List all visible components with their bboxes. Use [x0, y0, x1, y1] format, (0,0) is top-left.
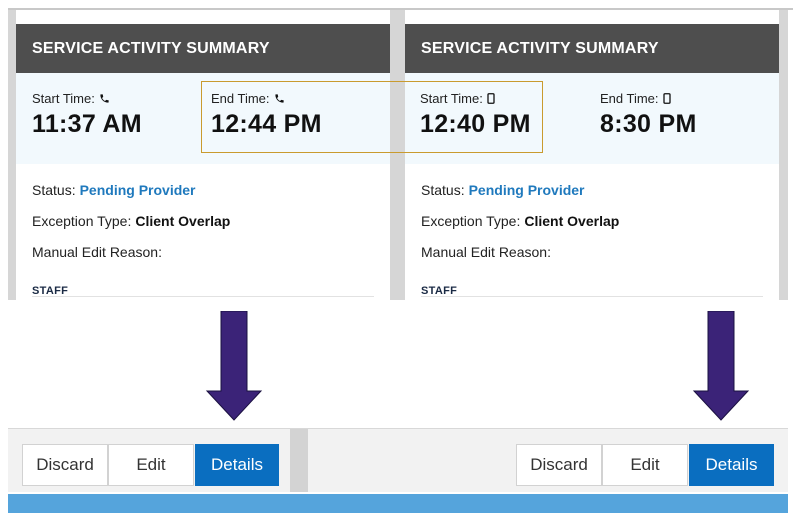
- left-gutter: [8, 10, 16, 300]
- start-time-block: Start Time: 11:37 AM: [32, 91, 142, 139]
- start-time-label: Start Time:: [420, 91, 483, 106]
- exception-label: Exception Type:: [32, 212, 132, 229]
- discard-button[interactable]: Discard: [516, 444, 602, 486]
- down-arrow-icon: [205, 311, 263, 421]
- status-label: Status:: [32, 181, 76, 198]
- right-gutter: [779, 10, 788, 300]
- card-header: SERVICE ACTIVITY SUMMARY: [405, 24, 779, 73]
- start-time-value: 11:37 AM: [32, 110, 142, 138]
- panel-separator: [290, 429, 308, 492]
- end-time-value: 12:44 PM: [211, 110, 322, 138]
- status-label: Status:: [421, 181, 465, 198]
- exception-value: Client Overlap: [524, 212, 620, 229]
- left-service-activity-card: SERVICE ACTIVITY SUMMARY Start Time: 11:…: [16, 24, 390, 300]
- status-value: Pending Provider: [79, 181, 196, 198]
- edit-button[interactable]: Edit: [602, 444, 688, 486]
- end-time-block: End Time: 8:30 PM: [600, 91, 697, 139]
- exception-value: Client Overlap: [135, 212, 231, 229]
- times-section: Start Time: 12:40 PM End Time: 8:30 PM: [405, 73, 779, 164]
- mobile-icon: [662, 93, 671, 104]
- details-section: Status: Pending Provider Exception Type:…: [405, 174, 779, 298]
- times-section: Start Time: 11:37 AM End Time: 12:44 PM: [16, 73, 390, 164]
- staff-divider: [32, 296, 374, 297]
- manual-edit-label: Manual Edit Reason:: [421, 243, 551, 260]
- start-time-block: Start Time: 12:40 PM: [420, 91, 531, 139]
- details-section: Status: Pending Provider Exception Type:…: [16, 174, 390, 298]
- discard-button[interactable]: Discard: [22, 444, 108, 486]
- footer-bar: [8, 494, 788, 513]
- center-gutter: [390, 10, 405, 300]
- details-button[interactable]: Details: [195, 444, 279, 486]
- end-time-value: 8:30 PM: [600, 110, 697, 138]
- phone-icon: [100, 94, 109, 103]
- manual-edit-row: Manual Edit Reason:: [32, 236, 390, 267]
- start-time-value: 12:40 PM: [420, 110, 531, 138]
- status-row: Status: Pending Provider: [421, 174, 779, 205]
- status-value: Pending Provider: [468, 181, 585, 198]
- manual-edit-label: Manual Edit Reason:: [32, 243, 162, 260]
- manual-edit-row: Manual Edit Reason:: [421, 236, 779, 267]
- end-time-label: End Time:: [600, 91, 659, 106]
- exception-row: Exception Type: Client Overlap: [32, 205, 390, 236]
- details-button[interactable]: Details: [689, 444, 774, 486]
- exception-row: Exception Type: Client Overlap: [421, 205, 779, 236]
- exception-label: Exception Type:: [421, 212, 521, 229]
- mobile-icon: [487, 93, 495, 104]
- card-header: SERVICE ACTIVITY SUMMARY: [16, 24, 390, 73]
- down-arrow-icon: [692, 311, 750, 421]
- end-time-block: End Time: 12:44 PM: [211, 91, 322, 139]
- status-row: Status: Pending Provider: [32, 174, 390, 205]
- end-time-label: End Time:: [211, 91, 270, 106]
- start-time-label: Start Time:: [32, 91, 95, 106]
- right-service-activity-card: SERVICE ACTIVITY SUMMARY Start Time: 12:…: [405, 24, 779, 300]
- edit-button[interactable]: Edit: [108, 444, 194, 486]
- staff-divider: [421, 296, 763, 297]
- phone-icon: [274, 94, 284, 103]
